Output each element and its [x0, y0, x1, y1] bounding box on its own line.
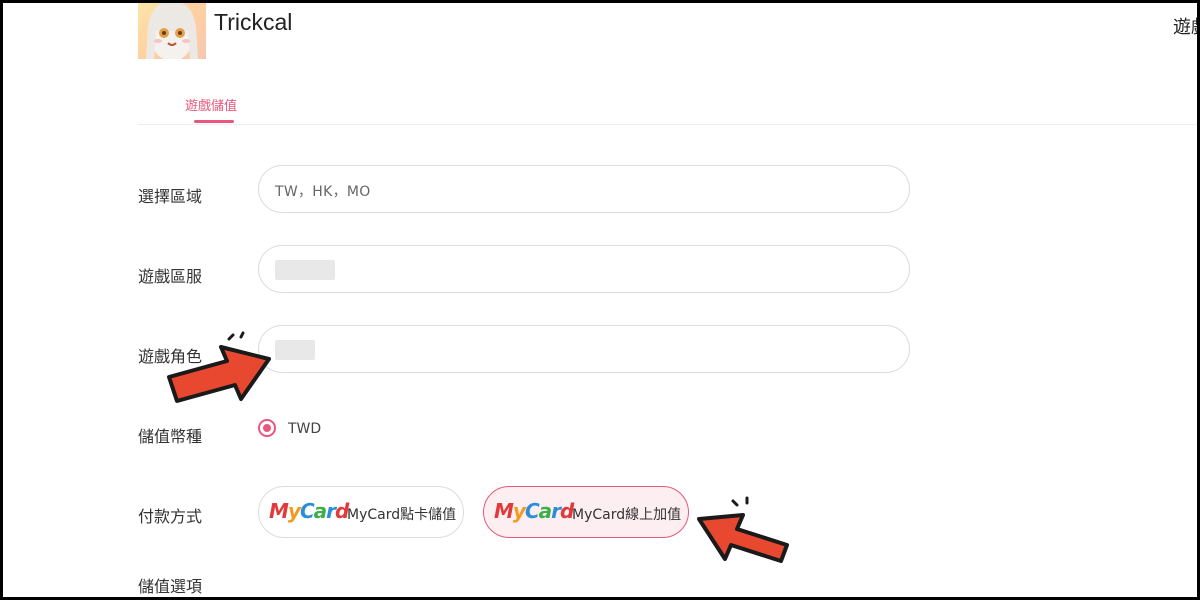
- currency-label: 儲值幣種: [138, 427, 203, 446]
- region-value: TW，HK，MO: [275, 184, 371, 200]
- mycard-logo-icon: MyCard: [269, 499, 349, 523]
- topup-options-label: 儲值選項: [138, 577, 203, 596]
- payment-option-mycard-online[interactable]: MyCard MyCard線上加值: [483, 486, 689, 538]
- tab-divider: [138, 124, 1197, 125]
- server-value-redacted: [275, 260, 335, 280]
- region-label: 選擇區域: [138, 187, 203, 206]
- region-select[interactable]: TW，HK，MO: [258, 165, 910, 213]
- currency-option[interactable]: TWD: [288, 421, 321, 437]
- payment-option-label: MyCard點卡儲值: [347, 507, 457, 523]
- role-select[interactable]: [258, 325, 910, 373]
- payment-label: 付款方式: [138, 507, 203, 526]
- annotation-arrow-icon: [167, 331, 271, 403]
- currency-radio[interactable]: [258, 419, 276, 437]
- payment-option-mycard-card[interactable]: MyCard MyCard點卡儲值: [258, 486, 464, 538]
- annotation-arrow-icon: [697, 496, 789, 563]
- tab-active-indicator: [194, 120, 234, 123]
- server-select[interactable]: [258, 245, 910, 293]
- app-title: Trickcal: [214, 9, 293, 35]
- page-frame: Trickcal 遊戲 遊戲儲值 選擇區域 TW，HK，MO 遊戲區服 遊戲角色…: [0, 0, 1200, 600]
- payment-option-label: MyCard線上加值: [572, 507, 682, 523]
- mycard-logo-icon: MyCard: [494, 499, 574, 523]
- game-avatar: [138, 3, 206, 59]
- header-nav-text[interactable]: 遊戲: [1173, 13, 1197, 39]
- server-label: 遊戲區服: [138, 267, 203, 286]
- tab-game-topup[interactable]: 遊戲儲值: [185, 95, 237, 114]
- role-value-redacted: [275, 340, 315, 360]
